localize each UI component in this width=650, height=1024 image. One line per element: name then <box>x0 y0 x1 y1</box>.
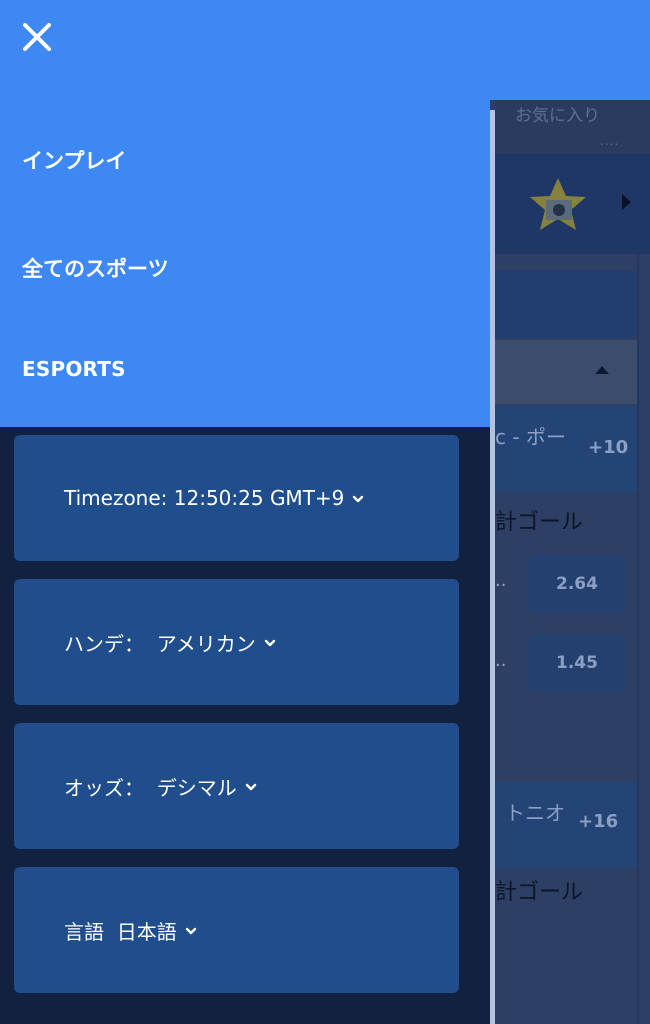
timezone-label: Timezone: 12:50:25 GMT+9 <box>64 486 345 510</box>
odds-button: 2.64 <box>528 555 626 613</box>
match-team: トニオ <box>505 801 565 825</box>
chevron-down-icon <box>353 495 364 503</box>
caret-up-icon <box>595 366 609 374</box>
background-divider <box>637 254 639 1024</box>
nav-item-esports[interactable]: ESPORTS <box>22 357 126 381</box>
match-more-count: +10 <box>588 437 629 458</box>
language-selector[interactable]: 言語 日本語 <box>14 867 459 993</box>
drawer-scrollbar[interactable] <box>490 110 495 1024</box>
chevron-down-icon <box>245 783 256 791</box>
chevron-down-icon <box>185 927 196 935</box>
nav-item-inplay[interactable]: インプレイ <box>22 145 126 175</box>
nav-item-all-sports[interactable]: 全てのスポーツ <box>22 253 169 283</box>
match-more-count: +16 <box>578 811 619 832</box>
background-section-header <box>495 340 637 404</box>
favorites-label: お気に入り <box>515 106 600 126</box>
odds-format-selector[interactable]: オッズ： デシマル <box>14 723 459 849</box>
star-icon <box>530 178 586 230</box>
timezone-selector[interactable]: Timezone: 12:50:25 GMT+9 <box>14 435 459 561</box>
favorites-dots: .... <box>600 134 620 148</box>
market-label: 計ゴール <box>495 510 584 535</box>
side-menu-drawer: インプレイ 全てのスポーツ ESPORTS Timezone: 12:50:25… <box>0 0 490 1024</box>
language-label: 言語 日本語 <box>64 919 177 944</box>
close-icon[interactable] <box>18 18 56 56</box>
outcome-label: .. <box>495 650 507 671</box>
market-label: 計ゴール <box>495 880 584 905</box>
outcome-label: .. <box>495 570 507 591</box>
sports-bar-next-icon <box>622 194 631 210</box>
background-card <box>495 270 636 338</box>
handicap-selector[interactable]: ハンデ： アメリカン <box>14 579 459 705</box>
handicap-label: ハンデ： アメリカン <box>64 631 256 656</box>
odds-button: 1.45 <box>528 634 626 692</box>
match-team: c - ポー <box>495 425 566 449</box>
chevron-down-icon <box>264 639 275 647</box>
odds-format-label: オッズ： デシマル <box>64 775 237 800</box>
